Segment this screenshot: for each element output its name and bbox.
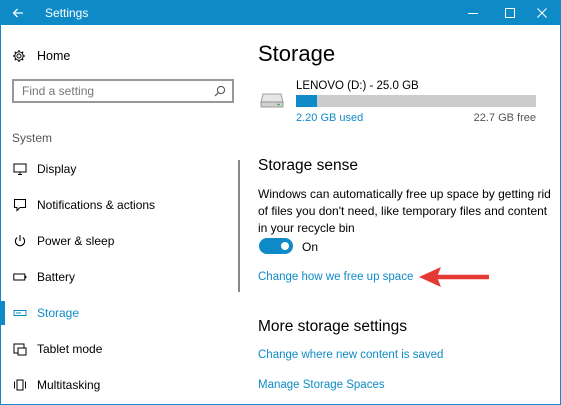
sidebar-item-label: Tablet mode <box>37 342 103 356</box>
storage-sense-toggle[interactable] <box>259 238 293 254</box>
close-button[interactable] <box>525 1 559 25</box>
toggle-knob <box>281 242 289 250</box>
sidebar-item-multitasking[interactable]: Multitasking <box>1 367 246 403</box>
main-content: Storage LENOVO (D:) - 25.0 GB 2.20 GB us… <box>238 25 560 404</box>
sidebar-item-display[interactable]: Display <box>1 151 246 187</box>
window-title: Settings <box>45 6 89 20</box>
annotation-arrow-icon <box>419 267 489 287</box>
storage-sense-heading: Storage sense <box>258 157 358 174</box>
sidebar: Home System Display Notifications & act <box>1 25 246 404</box>
change-free-up-space-link[interactable]: Change how we free up space <box>258 271 413 283</box>
sidebar-item-storage[interactable]: Storage <box>1 295 246 331</box>
manage-storage-spaces-link[interactable]: Manage Storage Spaces <box>258 379 385 391</box>
sidebar-item-label: Power & sleep <box>37 234 115 248</box>
sidebar-item-power-sleep[interactable]: Power & sleep <box>1 223 246 259</box>
sidebar-item-home[interactable]: Home <box>11 47 70 65</box>
gear-icon <box>11 48 27 64</box>
page-title: Storage <box>258 41 336 66</box>
minimize-icon <box>468 13 478 14</box>
monitor-icon <box>12 161 28 177</box>
search-icon[interactable] <box>214 85 226 97</box>
back-arrow-icon <box>12 8 23 18</box>
settings-window: Settings Home Find a setting System Disp… <box>0 0 561 405</box>
search-input[interactable] <box>14 81 204 101</box>
drive-usage-fill <box>296 95 318 107</box>
sidebar-item-label: Multitasking <box>37 378 101 392</box>
toggle-state-label: On <box>302 240 319 254</box>
nav-list: Display Notifications & actions Power & … <box>1 151 246 403</box>
close-icon <box>537 8 547 18</box>
sidebar-item-label: Battery <box>37 270 76 284</box>
maximize-icon <box>505 8 515 18</box>
hard-drive-icon <box>260 93 284 108</box>
scrollbar[interactable] <box>238 160 240 292</box>
sidebar-item-notifications[interactable]: Notifications & actions <box>1 187 246 223</box>
sidebar-item-label: Home <box>37 49 71 63</box>
drive-free-text: 22.7 GB free <box>473 112 536 124</box>
nav-group-label: System <box>12 131 53 145</box>
drive-usage-bar <box>296 95 536 107</box>
battery-icon <box>12 269 28 285</box>
search-box[interactable] <box>12 79 234 103</box>
sidebar-item-label: Storage <box>37 306 80 320</box>
drive-label: LENOVO (D:) - 25.0 GB <box>296 80 419 92</box>
change-new-content-location-link[interactable]: Change where new content is saved <box>258 349 443 361</box>
multitasking-icon <box>12 377 28 393</box>
notification-icon <box>12 197 28 213</box>
drive-usage[interactable]: LENOVO (D:) - 25.0 GB 2.20 GB used 22.7 … <box>260 80 550 125</box>
sidebar-item-label: Display <box>37 162 77 176</box>
tablet-mode-icon <box>12 341 28 357</box>
storage-icon <box>12 305 28 321</box>
power-icon <box>12 233 28 249</box>
storage-sense-description: Windows can automatically free up space … <box>258 187 551 235</box>
minimize-button[interactable] <box>456 1 490 25</box>
sidebar-item-battery[interactable]: Battery <box>1 259 246 295</box>
maximize-button[interactable] <box>493 1 527 25</box>
more-storage-settings-heading: More storage settings <box>258 318 408 335</box>
sidebar-item-tablet-mode[interactable]: Tablet mode <box>1 331 246 367</box>
drive-used-text: 2.20 GB used <box>296 112 364 124</box>
title-bar: Settings <box>1 1 560 25</box>
back-button[interactable] <box>1 1 35 25</box>
sidebar-item-label: Notifications & actions <box>37 198 156 212</box>
